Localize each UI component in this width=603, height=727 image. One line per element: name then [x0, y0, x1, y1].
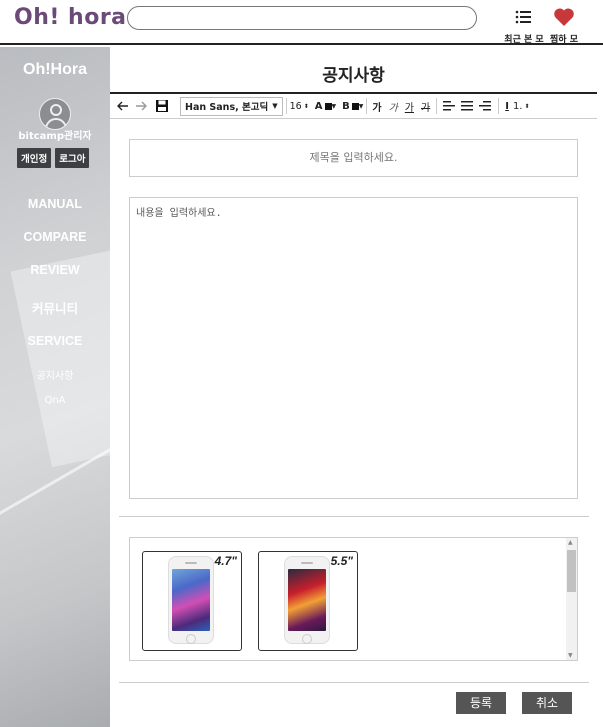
- cancel-button[interactable]: 취소: [522, 692, 572, 714]
- font-family-select[interactable]: Han Sans, 본고딕 ▼: [180, 96, 283, 116]
- profile-button[interactable]: 개인정: [17, 148, 52, 168]
- save-icon[interactable]: [152, 96, 172, 116]
- font-size-value: 16: [289, 100, 302, 112]
- undo-icon[interactable]: [114, 96, 132, 116]
- bg-color-button[interactable]: B ▼: [342, 96, 363, 116]
- page-title: 공지사항: [322, 66, 385, 86]
- phone-image: [284, 556, 330, 644]
- heart-icon: [540, 7, 588, 31]
- product-card-iphone8[interactable]: 4.7": [142, 551, 242, 651]
- line-height-value: 1.: [512, 100, 523, 112]
- favorites-label: 찜하 모: [550, 35, 578, 45]
- bg-color-label: B: [342, 100, 350, 112]
- sidebar-item-service[interactable]: SERVICE: [0, 334, 110, 348]
- size-label: 5.5": [330, 554, 353, 568]
- sidebar-item-manual[interactable]: MANUAL: [0, 197, 110, 211]
- product-card-iphone8plus[interactable]: 5.5": [258, 551, 358, 651]
- scroll-down-icon[interactable]: ▼: [568, 652, 573, 659]
- submit-button[interactable]: 등록: [456, 692, 506, 714]
- username: bitcamp관리자: [18, 131, 92, 142]
- content-textarea[interactable]: 내용을 입력하세요.: [129, 197, 578, 499]
- chevron-down-icon: ▼: [272, 102, 278, 110]
- size-label: 4.7": [214, 554, 237, 568]
- line-height-select[interactable]: 1. ⬍: [513, 96, 530, 116]
- sidebar-subitem-notice[interactable]: 공지사항: [0, 367, 110, 382]
- sidebar: Oh!Hora bitcamp관리자 개인정 로그아 MANUAL COMPAR…: [0, 47, 110, 727]
- favorites-button[interactable]: 찜하 모: [540, 7, 588, 45]
- search-input[interactable]: [127, 6, 477, 30]
- text-color-label: A: [314, 100, 323, 112]
- stepper-icon: ⬍: [303, 102, 309, 110]
- italic-button[interactable]: 가: [389, 96, 398, 116]
- phone-image: [168, 556, 214, 644]
- editor-toolbar: Han Sans, 본고딕 ▼ 16 ⬍ A ▼ B ▼ 가 가 가 가 I 1…: [110, 94, 597, 119]
- sidebar-item-community[interactable]: 커뮤니티: [0, 298, 110, 317]
- scroll-up-icon[interactable]: ▲: [568, 539, 573, 546]
- main-content: 공지사항 Han Sans, 본고딕 ▼ 16 ⬍ A ▼ B ▼ 가 가 가 …: [110, 47, 603, 727]
- title-placeholder: 제목을 입력하세요.: [309, 151, 398, 164]
- logout-button[interactable]: 로그아: [55, 148, 90, 168]
- align-left-icon[interactable]: [440, 96, 458, 116]
- sidebar-subitem-qna[interactable]: QnA: [0, 395, 110, 406]
- strikethrough-button[interactable]: 가: [421, 96, 430, 116]
- divider: [119, 682, 589, 683]
- sidebar-item-compare[interactable]: COMPARE: [0, 230, 110, 244]
- title-input[interactable]: 제목을 입력하세요.: [129, 139, 578, 177]
- underline-button[interactable]: 가: [405, 96, 414, 116]
- logo[interactable]: Oh! hora: [14, 5, 127, 30]
- scrollbar[interactable]: ▲ ▼: [566, 538, 577, 660]
- line-height-icon[interactable]: I: [505, 96, 509, 116]
- content-placeholder: 내용을 입력하세요.: [136, 208, 222, 219]
- align-right-icon[interactable]: [476, 96, 494, 116]
- redo-icon[interactable]: [132, 96, 150, 116]
- sidebar-item-review[interactable]: REVIEW: [0, 263, 110, 277]
- product-gallery: 4.7" 5.5" ▲ ▼: [129, 537, 578, 661]
- align-center-icon[interactable]: [458, 96, 476, 116]
- avatar: [39, 98, 71, 130]
- header: Oh! hora 최근 본 모 찜하 모: [0, 0, 603, 45]
- text-color-button[interactable]: A ▼: [315, 96, 336, 116]
- sidebar-title[interactable]: Oh!Hora: [0, 61, 110, 79]
- divider: [119, 516, 589, 517]
- bold-button[interactable]: 가: [372, 96, 381, 116]
- scrollbar-thumb[interactable]: [567, 550, 576, 592]
- font-size-select[interactable]: 16 ⬍: [290, 96, 309, 116]
- font-family-value: Han Sans, 본고딕: [185, 102, 269, 113]
